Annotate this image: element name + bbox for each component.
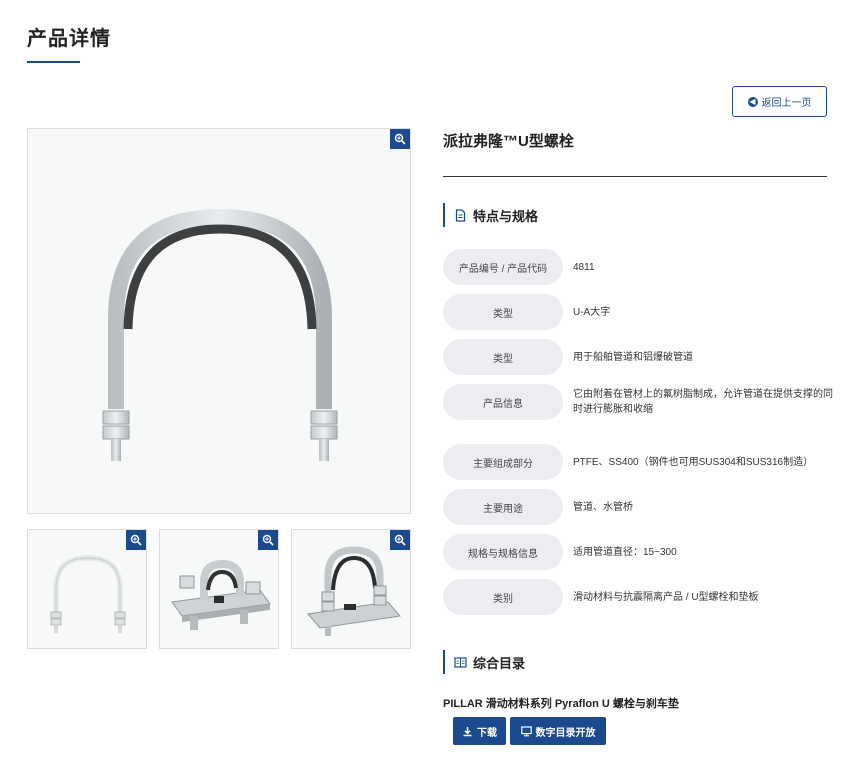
- title-underline: [27, 61, 80, 63]
- download-button-label: 下载: [477, 727, 497, 739]
- document-icon: [455, 208, 466, 222]
- main-product-image[interactable]: [27, 128, 411, 514]
- spec-value: 4811: [573, 261, 595, 273]
- u-bolt-illustration: [102, 208, 338, 461]
- spec-row: 类型 用于船舶管道和铝爆破管道: [443, 339, 835, 375]
- catalog-heading-label: 综合目录: [473, 655, 526, 671]
- spec-label: 类型: [443, 294, 563, 330]
- spec-value: 用于船舶管道和铝爆破管道: [573, 351, 693, 363]
- download-icon: [463, 726, 472, 736]
- divider: [443, 176, 827, 177]
- page-title: 产品详情: [27, 28, 111, 50]
- spec-row: 类型 U-A大字: [443, 294, 835, 330]
- download-button[interactable]: 下载: [453, 717, 506, 745]
- spec-row: 主要组成部分 PTFE、SS400（钢件也可用SUS304和SUS316制造）: [443, 444, 835, 480]
- digital-catalog-label: 数字目录开放: [535, 727, 596, 739]
- spec-label: 主要组成部分: [443, 444, 563, 480]
- spec-row: 类别 滑动材料与抗震隔离产品 / U型螺栓和垫板: [443, 579, 835, 615]
- book-icon: [454, 656, 467, 668]
- zoom-in-icon[interactable]: [390, 530, 410, 550]
- spec-label: 规格与规格信息: [443, 534, 563, 570]
- zoom-in-icon[interactable]: [390, 129, 410, 149]
- spec-value: PTFE、SS400（钢件也可用SUS304和SUS316制造）: [573, 456, 814, 468]
- thumbnail-2[interactable]: [159, 529, 279, 649]
- spec-row: 产品信息 它由附着在管材上的氟树脂制成，允许管道在提供支撑的同时进行膨胀和收缩: [443, 384, 835, 420]
- spec-value: 它由附着在管材上的氟树脂制成，允许管道在提供支撑的同时进行膨胀和收缩: [573, 389, 833, 415]
- product-name: 派拉弗隆™U型螺栓: [443, 133, 574, 150]
- zoom-in-icon[interactable]: [126, 530, 146, 550]
- spec-value: U-A大字: [573, 306, 611, 318]
- thumbnail-1[interactable]: [27, 529, 147, 649]
- spec-label: 主要用途: [443, 489, 563, 525]
- back-button[interactable]: ◀ 返回上一页: [732, 86, 827, 117]
- zoom-in-icon[interactable]: [258, 530, 278, 550]
- back-button-label: 返回上一页: [761, 98, 812, 109]
- spec-label: 产品信息: [443, 384, 563, 420]
- spec-value: 管道、水管桥: [573, 501, 633, 513]
- features-heading-label: 特点与规格: [473, 208, 539, 224]
- thumbnail-3[interactable]: [291, 529, 411, 649]
- spec-row: 产品编号 / 产品代码 4811: [443, 249, 835, 285]
- monitor-icon: [520, 725, 532, 736]
- catalog-heading: 综合目录: [443, 650, 525, 674]
- spec-row: 规格与规格信息 适用管道直径：15~300: [443, 534, 835, 570]
- arrow-left-icon: ◀: [747, 96, 758, 107]
- spec-row: 主要用途 管道、水管桥: [443, 489, 835, 525]
- spec-value: 适用管道直径：15~300: [573, 546, 677, 558]
- features-heading: 特点与规格: [443, 203, 538, 227]
- spec-label: 类型: [443, 339, 563, 375]
- spec-label: 产品编号 / 产品代码: [443, 249, 563, 285]
- catalog-title: PILLAR 滑动材料系列 Pyraflon U 螺栓与刹车垫: [443, 698, 679, 710]
- spec-value: 滑动材料与抗震隔离产品 / U型螺栓和垫板: [573, 591, 759, 603]
- spec-label: 类别: [443, 579, 563, 615]
- digital-catalog-button[interactable]: 数字目录开放: [510, 717, 606, 745]
